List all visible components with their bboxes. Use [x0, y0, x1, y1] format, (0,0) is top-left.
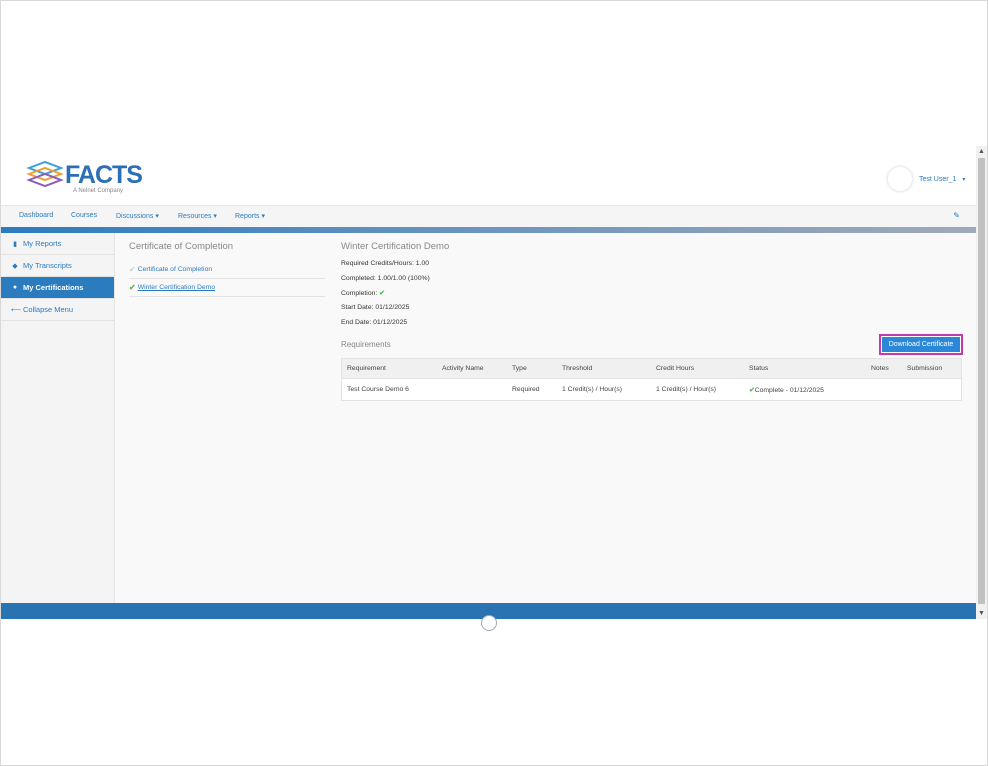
- column-header[interactable]: Submission: [902, 358, 962, 379]
- nav-discussions[interactable]: Discussions ▾: [116, 212, 159, 220]
- app-window: FACTS A Nelnet Company Test User_1 ▾ Das…: [1, 146, 976, 631]
- column-header[interactable]: Status: [744, 358, 866, 379]
- certificate-item[interactable]: ✔ Certificate of Completion: [129, 261, 325, 279]
- completed-credits: Completed: 1.00/1.00 (100%): [341, 275, 430, 282]
- table-row: Test Course Demo 6 Required 1 Credit(s) …: [341, 378, 962, 401]
- certificate-link[interactable]: Winter Certification Demo: [138, 284, 215, 291]
- logo-text: FACTS: [65, 161, 143, 189]
- cell-status: ✔Complete - 01/12/2025: [744, 378, 866, 401]
- certificate-item-selected[interactable]: ✔ Winter Certification Demo: [129, 279, 325, 297]
- user-name[interactable]: Test User_1: [919, 176, 956, 183]
- facts-logo[interactable]: FACTS A Nelnet Company: [25, 158, 145, 194]
- column-header[interactable]: Requirement: [341, 358, 437, 379]
- table-header-row: Requirement Activity Name Type Threshold…: [341, 358, 962, 379]
- nav-discussions-label: Discussions: [116, 213, 154, 220]
- cell-threshold: 1 Credit(s) / Hour(s): [557, 378, 651, 401]
- requirements-table: Requirement Activity Name Type Threshold…: [341, 358, 962, 401]
- nav-reports[interactable]: Reports ▾: [235, 212, 265, 220]
- sidebar-item-label: Collapse Menu: [23, 305, 74, 314]
- scroll-down-icon[interactable]: ▼: [977, 609, 986, 618]
- sidebar-item-my-transcripts[interactable]: ◆ My Transcripts: [1, 255, 114, 277]
- download-certificate-button[interactable]: Download Certificate: [879, 334, 963, 355]
- end-date: End Date: 01/12/2025: [341, 319, 408, 326]
- main-nav: Dashboard Courses Discussions ▾ Resource…: [1, 205, 976, 228]
- column-header[interactable]: Threshold: [557, 358, 651, 379]
- cell-requirement: Test Course Demo 6: [341, 378, 437, 401]
- chevron-down-icon: ▾: [155, 213, 159, 220]
- user-menu[interactable]: Test User_1 ▾: [887, 166, 965, 192]
- cell-notes: [866, 378, 902, 401]
- start-date: Start Date: 01/12/2025: [341, 304, 410, 311]
- footer-bar: [1, 603, 976, 631]
- sidebar: ▮ My Reports ◆ My Transcripts ● My Certi…: [1, 233, 115, 603]
- column-header[interactable]: Credit Hours: [651, 358, 744, 379]
- sidebar-item-collapse-menu[interactable]: ⟵ Collapse Menu: [1, 299, 114, 321]
- vertical-scrollbar[interactable]: ▲ ▼: [976, 146, 987, 619]
- tag-icon: ◆: [12, 262, 18, 270]
- completion-status: Completion: ✔: [341, 289, 385, 297]
- sidebar-item-my-certifications[interactable]: ● My Certifications: [1, 277, 114, 299]
- sidebar-item-label: My Reports: [23, 239, 62, 248]
- chevron-down-icon: ▾: [213, 213, 217, 220]
- sidebar-item-my-reports[interactable]: ▮ My Reports: [1, 233, 114, 255]
- arrow-left-icon: ⟵: [11, 306, 22, 314]
- logo-subtitle: A Nelnet Company: [73, 188, 124, 194]
- check-icon: ✔: [379, 290, 385, 297]
- nav-courses[interactable]: Courses: [71, 212, 97, 219]
- download-certificate-label[interactable]: Download Certificate: [882, 337, 960, 352]
- check-icon: ✔: [129, 283, 136, 292]
- pencil-icon[interactable]: ✎: [953, 211, 960, 220]
- header: FACTS A Nelnet Company Test User_1 ▾: [1, 146, 976, 205]
- file-icon: ▮: [13, 240, 17, 248]
- chevron-down-icon: ▾: [261, 213, 265, 220]
- completion-label: Completion:: [341, 290, 378, 297]
- cell-credit-hours: 1 Credit(s) / Hour(s): [651, 378, 744, 401]
- nav-dashboard[interactable]: Dashboard: [19, 212, 53, 219]
- status-text: Complete - 01/12/2025: [754, 386, 824, 394]
- column-header[interactable]: Type: [507, 358, 557, 379]
- avatar[interactable]: [887, 166, 913, 192]
- column-header[interactable]: Notes: [866, 358, 902, 379]
- column-header[interactable]: Activity Name: [437, 358, 507, 379]
- certification-title: Winter Certification Demo: [341, 241, 450, 252]
- circle-icon: ●: [12, 284, 18, 291]
- sidebar-item-label: My Certifications: [23, 283, 84, 292]
- scroll-up-icon[interactable]: ▲: [977, 147, 986, 156]
- sidebar-item-label: My Transcripts: [23, 261, 72, 270]
- cell-submission: [902, 378, 962, 401]
- nav-reports-label: Reports: [235, 213, 260, 220]
- nav-resources[interactable]: Resources ▾: [178, 212, 217, 220]
- logo-mark-icon: [26, 160, 64, 188]
- main-content: Certificate of Completion ✔ Certificate …: [115, 233, 976, 603]
- cell-activity: [437, 378, 507, 401]
- nav-resources-label: Resources: [178, 213, 212, 220]
- certificate-link[interactable]: Certificate of Completion: [138, 266, 212, 273]
- chevron-down-icon: ▾: [962, 176, 966, 183]
- certificate-list-title: Certificate of Completion: [129, 241, 234, 252]
- requirements-title: Requirements: [341, 340, 391, 349]
- check-icon: ✔: [129, 265, 136, 274]
- required-credits: Required Credits/Hours: 1.00: [341, 260, 430, 267]
- footer-handle[interactable]: [481, 615, 497, 631]
- cell-type: Required: [507, 378, 557, 401]
- scroll-thumb[interactable]: [978, 158, 985, 604]
